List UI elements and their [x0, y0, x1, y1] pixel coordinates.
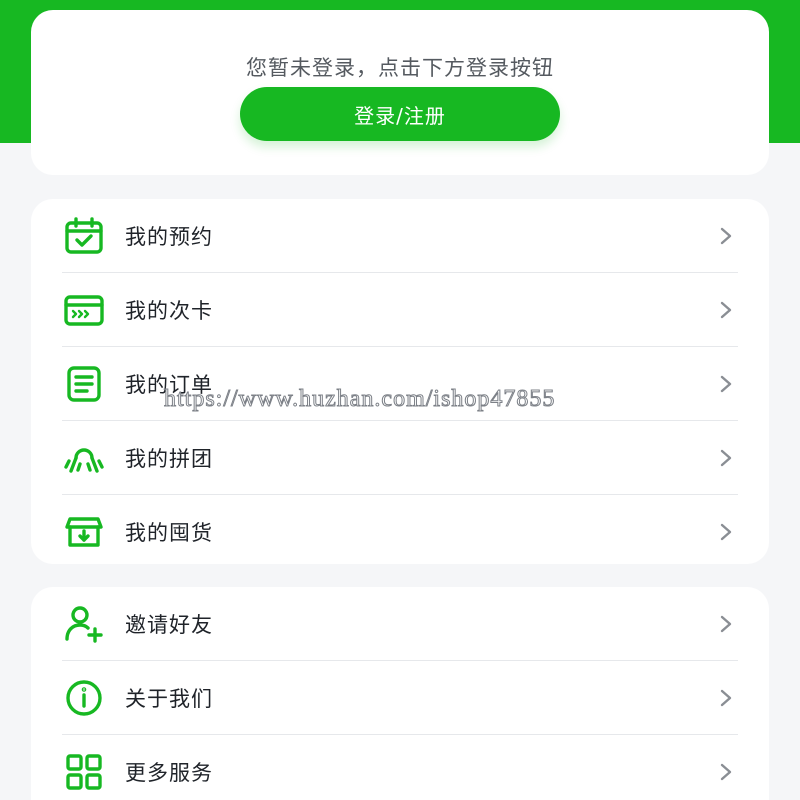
- menu-item-punch-cards[interactable]: 我的次卡: [62, 273, 738, 347]
- menu-label: 更多服务: [125, 761, 213, 785]
- calendar-check-icon: [62, 214, 106, 258]
- chevron-right-icon: [714, 372, 738, 396]
- menu-label: 我的预约: [125, 224, 213, 249]
- menu-item-orders[interactable]: 我的订单: [62, 347, 738, 421]
- menu-item-group-buy[interactable]: 我的拼团: [62, 421, 738, 495]
- menu-item-stock[interactable]: 我的囤货: [62, 495, 738, 564]
- login-card: 您暂未登录，点击下方登录按钮 登录/注册: [31, 10, 769, 175]
- chevron-right-icon: [714, 612, 738, 636]
- menu-label: 我的订单: [125, 372, 213, 397]
- menu-card-orders: 我的预约 我的次卡 我的订单 我的拼团 我的囤货: [31, 199, 769, 564]
- group-buy-icon: [62, 436, 106, 480]
- card-icon: [62, 288, 106, 332]
- grid-apps-icon: [62, 750, 106, 794]
- menu-item-appointments[interactable]: 我的预约: [62, 199, 738, 273]
- menu-label: 关于我们: [125, 686, 213, 711]
- menu-label: 我的次卡: [125, 298, 213, 323]
- chevron-right-icon: [714, 520, 738, 544]
- chevron-right-icon: [714, 298, 738, 322]
- order-list-icon: [62, 362, 106, 406]
- chevron-right-icon: [714, 446, 738, 470]
- menu-item-about[interactable]: 关于我们: [62, 661, 738, 735]
- invite-user-icon: [62, 602, 106, 646]
- login-hint: 您暂未登录，点击下方登录按钮: [246, 56, 554, 80]
- menu-item-more-services[interactable]: 更多服务: [62, 735, 738, 800]
- info-icon: [62, 676, 106, 720]
- menu-label: 我的拼团: [125, 446, 213, 471]
- stock-box-icon: [62, 510, 106, 554]
- chevron-right-icon: [714, 760, 738, 784]
- menu-card-more: 邀请好友 关于我们 更多服务: [31, 587, 769, 800]
- menu-item-invite[interactable]: 邀请好友: [62, 587, 738, 661]
- menu-label: 邀请好友: [125, 612, 213, 637]
- menu-label: 我的囤货: [125, 521, 213, 545]
- chevron-right-icon: [714, 224, 738, 248]
- chevron-right-icon: [714, 686, 738, 710]
- login-register-button[interactable]: 登录/注册: [240, 87, 560, 141]
